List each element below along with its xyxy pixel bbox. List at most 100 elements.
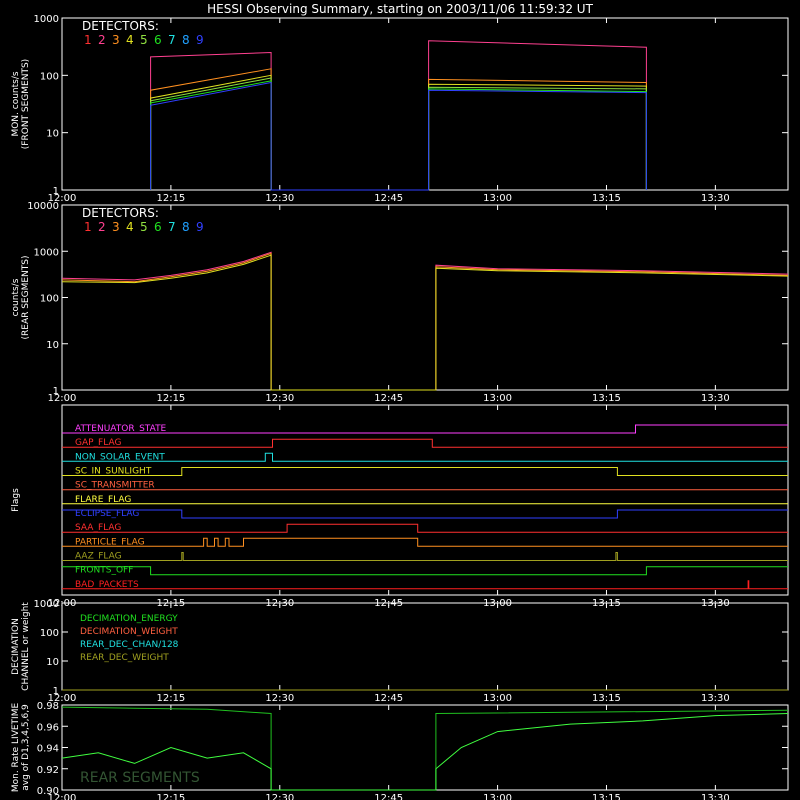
flag-label: FLARE_FLAG xyxy=(75,495,131,505)
front-legend-entry: 4 xyxy=(126,33,134,47)
decimation-x-tick-label: 13:00 xyxy=(483,693,512,704)
flag-line xyxy=(62,467,788,476)
flag-label: PARTICLE_FLAG xyxy=(75,537,145,547)
front-x-tick-label: 12:15 xyxy=(156,193,185,204)
rear-legend-entry: 8 xyxy=(182,220,190,234)
front-x-tick-label: 12:45 xyxy=(374,193,403,204)
front-y-label: MON. counts/s xyxy=(11,71,21,136)
decimation-legend-entry: DECIMATION_ENERGY xyxy=(80,614,178,624)
front-legend-entry: 9 xyxy=(196,33,204,47)
decimation-x-tick-label: 13:15 xyxy=(592,693,621,704)
flag-label: NON_SOLAR_EVENT xyxy=(75,452,165,462)
front-series-line xyxy=(150,40,647,191)
rear-x-tick-label: 12:15 xyxy=(156,393,185,404)
front-legend-entry: 7 xyxy=(168,33,176,47)
front-legend-entry: 5 xyxy=(140,33,148,47)
flag-label: FRONTS_OFF xyxy=(75,566,133,576)
livetime-x-tick-label: 13:15 xyxy=(592,793,621,800)
decimation-y-tick-label: 1 xyxy=(53,686,59,697)
livetime-y-tick-label: 0.90 xyxy=(37,786,59,797)
front-x-tick-label: 13:15 xyxy=(592,193,621,204)
rear-legend-title: DETECTORS: xyxy=(82,206,159,220)
hessi-summary-plot: HESSI Observing Summary, starting on 200… xyxy=(11,2,789,800)
decimation-legend-entry: REAR_DEC_CHAN/128 xyxy=(80,640,179,650)
front-series-line xyxy=(150,74,647,191)
flag-label: BAD_PACKETS xyxy=(75,580,139,590)
livetime-x-tick-label: 13:00 xyxy=(483,793,512,800)
livetime-x-tick-label: 13:30 xyxy=(701,793,730,800)
front-y-label: (FRONT SEGMENTS) xyxy=(21,59,31,149)
livetime-y-label: Mon. Rate LIVETIME xyxy=(11,703,21,793)
decimation-legend-entry: REAR_DEC_WEIGHT xyxy=(80,653,169,663)
livetime-y-tick-label: 0.92 xyxy=(37,765,59,776)
flag-label: SAA_FLAG xyxy=(75,523,121,533)
front-series-line xyxy=(150,80,647,191)
decimation-x-tick-label: 12:30 xyxy=(265,693,294,704)
flag-label: SC_TRANSMITTER xyxy=(75,481,155,491)
rear-x-tick-label: 13:30 xyxy=(701,393,730,404)
rear-x-tick-label: 13:15 xyxy=(592,393,621,404)
flag-label: SC_IN_SUNLIGHT xyxy=(75,467,152,477)
rear-x-tick-label: 13:00 xyxy=(483,393,512,404)
flag-label: AAZ_FLAG xyxy=(75,552,122,562)
rear-y-tick-label: 1000 xyxy=(34,247,59,258)
rear-legend-entry: 9 xyxy=(196,220,204,234)
flag-line xyxy=(62,438,788,448)
decimation-legend-entry: DECIMATION_WEIGHT xyxy=(80,627,178,637)
front-legend-entry: 2 xyxy=(98,33,106,47)
rear-y-label: counts/s xyxy=(11,278,21,316)
flag-line xyxy=(62,537,788,547)
livetime-x-tick-label: 12:45 xyxy=(374,793,403,800)
front-y-tick-label: 1 xyxy=(53,186,59,197)
rear-legend-entry: 2 xyxy=(98,220,106,234)
rear-y-tick-label: 100 xyxy=(40,294,59,305)
front-series-line xyxy=(150,77,647,191)
flag-label: GAP_FLAG xyxy=(75,438,121,448)
decimation-y-tick-label: 100 xyxy=(40,628,59,639)
front-y-tick-label: 1000 xyxy=(34,14,59,25)
flag-line xyxy=(62,424,788,434)
front-y-tick-label: 10 xyxy=(46,129,59,140)
livetime-y-tick-label: 0.94 xyxy=(37,744,59,755)
front-legend-entry: 1 xyxy=(84,33,92,47)
flag-line xyxy=(62,552,788,561)
front-series-line xyxy=(150,81,647,191)
flag-label: ECLIPSE_FLAG xyxy=(75,509,139,519)
decimation-x-tick-label: 12:15 xyxy=(156,693,185,704)
flag-line xyxy=(62,580,788,590)
rear-y-label: (REAR SEGMENTS) xyxy=(21,255,31,339)
flag-line xyxy=(62,452,788,462)
rear-legend-entry: 1 xyxy=(84,220,92,234)
rear-legend-entry: 3 xyxy=(112,220,120,234)
flag-line xyxy=(62,509,788,519)
livetime-x-tick-label: 12:30 xyxy=(265,793,294,800)
plot-title: HESSI Observing Summary, starting on 200… xyxy=(207,2,593,16)
rear-y-tick-label: 10 xyxy=(46,340,59,351)
decimation-y-label: CHANNEL or weight xyxy=(21,602,31,691)
livetime-background-label: REAR SEGMENTS xyxy=(80,770,200,786)
flag-line xyxy=(62,523,788,533)
front-legend-entry: 6 xyxy=(154,33,162,47)
front-legend-entry: 8 xyxy=(182,33,190,47)
front-x-tick-label: 12:30 xyxy=(265,193,294,204)
rear-legend-entry: 5 xyxy=(140,220,148,234)
rear-legend-entry: 4 xyxy=(126,220,134,234)
front-y-tick-label: 100 xyxy=(40,71,59,82)
front-legend-entry: 3 xyxy=(112,33,120,47)
flag-line xyxy=(62,566,788,576)
decimation-y-tick-label: 1000 xyxy=(34,599,59,610)
flag-label: ATTENUATOR_STATE xyxy=(75,424,167,434)
decimation-y-tick-label: 10 xyxy=(46,657,59,668)
rear-legend-entry: 7 xyxy=(168,220,176,234)
decimation-y-label: DECIMATION xyxy=(11,618,21,675)
livetime-y-label: avg of D1,3,4,5,6,9 xyxy=(21,704,31,791)
rear-x-tick-label: 12:30 xyxy=(265,393,294,404)
front-x-tick-label: 13:00 xyxy=(483,193,512,204)
livetime-y-tick-label: 0.96 xyxy=(37,722,59,733)
front-legend-title: DETECTORS: xyxy=(82,19,159,33)
decimation-x-tick-label: 13:30 xyxy=(701,693,730,704)
flags-y-label: Flags xyxy=(11,488,21,512)
livetime-y-tick-label: 0.98 xyxy=(37,701,59,712)
decimation-x-tick-label: 12:45 xyxy=(374,693,403,704)
livetime-x-tick-label: 12:15 xyxy=(156,793,185,800)
